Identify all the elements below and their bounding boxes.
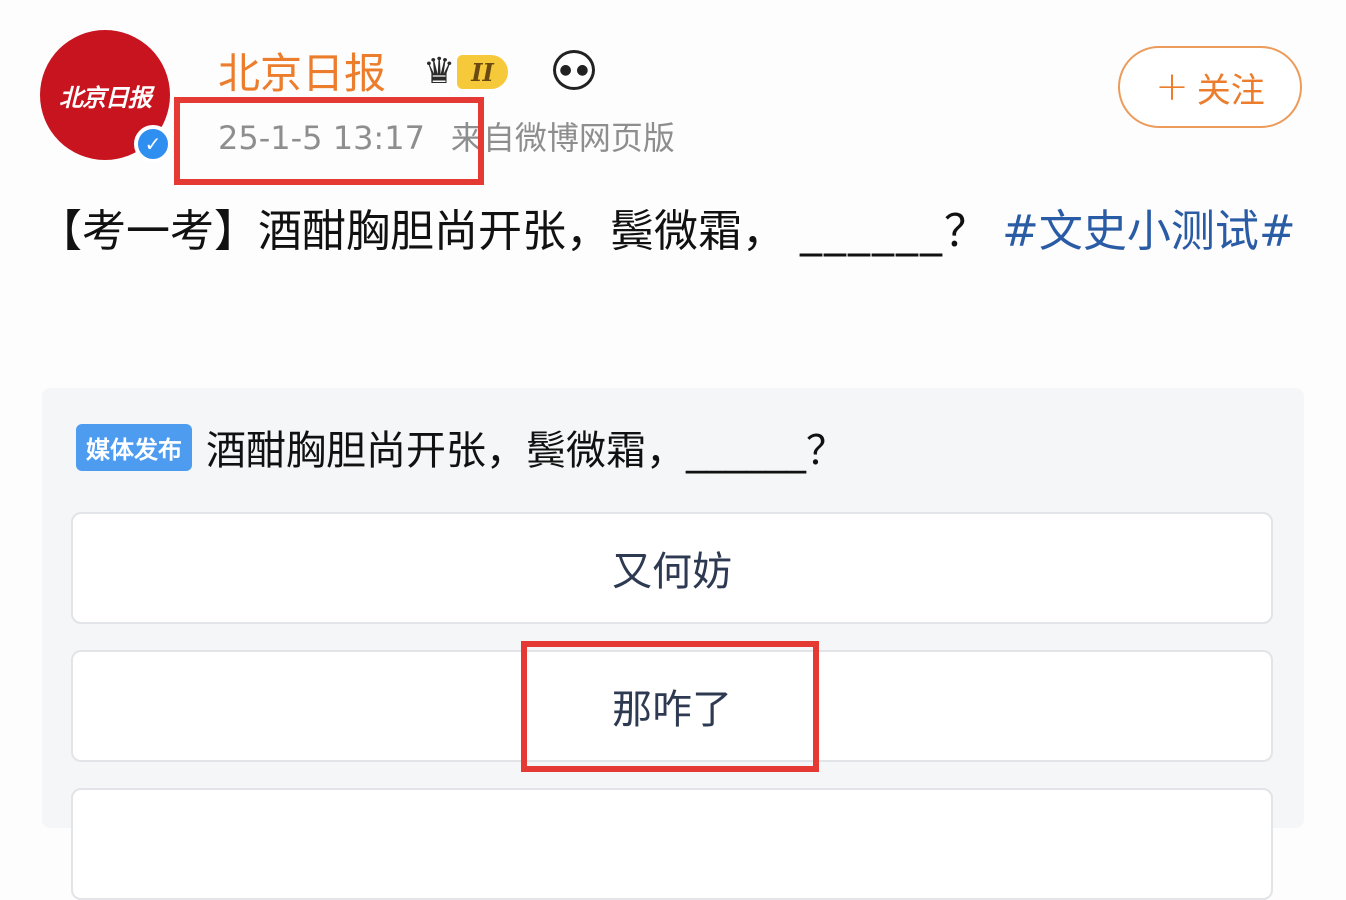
follow-button[interactable]: + 关注 <box>1118 46 1302 128</box>
poll-option[interactable]: 又何妨 <box>71 512 1273 624</box>
highlight-box-option <box>521 641 819 772</box>
post-text: 【考一考】酒酣胸胆尚开张，鬓微霜， ______？ #文史小测试# <box>38 196 1298 268</box>
post-text-prefix: 【考一考】酒酣胸胆尚开张，鬓微霜， <box>38 206 786 257</box>
media-badge: 媒体发布 <box>76 423 192 471</box>
post-text-blank: ______ <box>800 206 944 257</box>
panda-icon[interactable]: ● ● <box>553 50 595 90</box>
poll-option[interactable] <box>71 788 1273 900</box>
plus-icon: + <box>1155 64 1189 110</box>
post-source: 来自微博网页版 <box>450 119 675 157</box>
poll-question: 酒酣胸胆尚开张，鬓微霜，______？ <box>206 428 846 474</box>
avatar-logo-text: 北京日报 <box>59 82 152 112</box>
topic-link[interactable]: #文史小测试# <box>1002 206 1296 257</box>
verified-icon: ✓ <box>134 125 172 163</box>
follow-label: 关注 <box>1196 70 1265 111</box>
highlight-box-timestamp <box>174 97 484 185</box>
post-text-suffix: ？ <box>944 206 988 257</box>
poll-header: 媒体发布 酒酣胸胆尚开张，鬓微霜，______？ <box>76 418 846 476</box>
member-level: II <box>457 55 508 89</box>
username[interactable]: 北京日报 <box>218 46 386 102</box>
member-badge[interactable]: ♛ II <box>423 52 508 92</box>
crown-icon: ♛ <box>423 51 456 92</box>
